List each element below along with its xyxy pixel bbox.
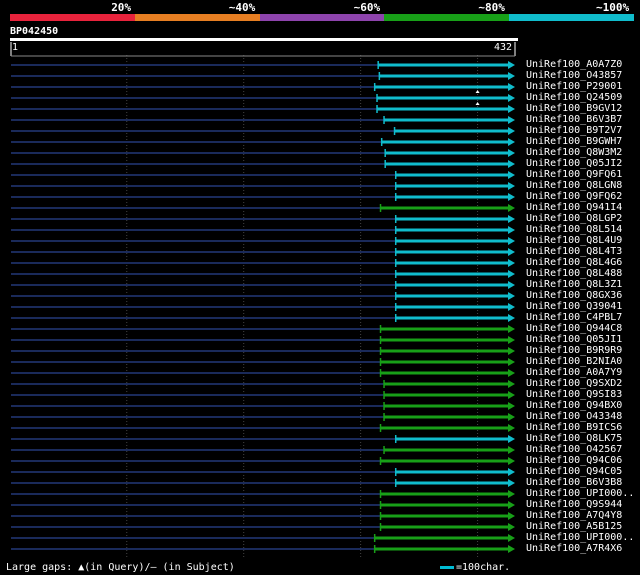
hit-arrow: [508, 446, 515, 454]
hit-label[interactable]: UniRef100_Q05JI2: [526, 159, 622, 169]
hit-label[interactable]: UniRef100_Q8LGN8: [526, 181, 622, 191]
hit-label[interactable]: UniRef100_Q8W3M2: [526, 148, 622, 158]
hit-label[interactable]: UniRef100_B9T2V7: [526, 126, 622, 136]
hit-arrow: [508, 72, 515, 80]
hit-arrow: [508, 226, 515, 234]
hit-arrow: [508, 138, 515, 146]
hit-label[interactable]: UniRef100_Q39041: [526, 302, 622, 312]
hit-label[interactable]: UniRef100_B9GV12: [526, 104, 622, 114]
hit-arrow: [508, 413, 515, 421]
hit-arrow: [508, 237, 515, 245]
hit-label[interactable]: UniRef100_Q94BX0: [526, 401, 622, 411]
hit-label[interactable]: UniRef100_Q94C05: [526, 467, 622, 477]
hit-arrow: [508, 325, 515, 333]
hit-arrow: [508, 248, 515, 256]
hit-label[interactable]: UniRef100_Q8GX36: [526, 291, 622, 301]
hit-arrow: [508, 490, 515, 498]
hit-label[interactable]: UniRef100_Q8L488: [526, 269, 622, 279]
hit-arrow: [508, 468, 515, 476]
hit-arrow: [508, 105, 515, 113]
hit-arrow: [508, 116, 515, 124]
hit-arrow: [508, 369, 515, 377]
hit-arrow: [508, 182, 515, 190]
hit-label[interactable]: UniRef100_Q8L514: [526, 225, 622, 235]
hit-arrow: [508, 402, 515, 410]
hit-arrow: [508, 512, 515, 520]
hit-arrow: [508, 314, 515, 322]
hit-arrow: [508, 347, 515, 355]
hit-label[interactable]: UniRef100_B2NIA0: [526, 357, 622, 367]
hit-arrow: [508, 160, 515, 168]
query-gap-marker: [475, 90, 480, 93]
hit-label[interactable]: UniRef100_B6V3B8: [526, 478, 622, 488]
hit-arrow: [508, 457, 515, 465]
hit-arrow: [508, 534, 515, 542]
scale-swatch: [440, 565, 454, 569]
hit-arrow: [508, 193, 515, 201]
hit-arrow: [508, 358, 515, 366]
hit-arrow: [508, 149, 515, 157]
hit-label[interactable]: UniRef100_Q8L4G6: [526, 258, 622, 268]
hit-arrow: [508, 281, 515, 289]
hit-arrow: [508, 380, 515, 388]
hit-arrow: [508, 61, 515, 69]
hit-label[interactable]: UniRef100_Q9S944: [526, 500, 622, 510]
hit-label[interactable]: UniRef100_Q9SXD2: [526, 379, 622, 389]
hit-label[interactable]: UniRef100_A0A7Y9: [526, 368, 622, 378]
hit-arrow: [508, 215, 515, 223]
hit-arrow: [508, 83, 515, 91]
hit-label[interactable]: UniRef100_Q9SI83: [526, 390, 622, 400]
hit-arrow: [508, 435, 515, 443]
hit-arrow: [508, 391, 515, 399]
hit-label[interactable]: UniRef100_Q24509: [526, 93, 622, 103]
hit-label[interactable]: UniRef100_Q8LK75: [526, 434, 622, 444]
hit-arrow: [508, 523, 515, 531]
hit-label[interactable]: UniRef100_B9R9R9: [526, 346, 622, 356]
hit-arrow: [508, 479, 515, 487]
scale-key-label: =100char.: [456, 562, 511, 573]
hit-label[interactable]: UniRef100_Q8L3Z1: [526, 280, 622, 290]
hit-arrow: [508, 303, 515, 311]
hit-label[interactable]: UniRef100_Q944C8: [526, 324, 622, 334]
hit-arrow: [508, 292, 515, 300]
hit-label[interactable]: UniRef100_Q9FQ62: [526, 192, 622, 202]
gap-legend: Large gaps: ▲(in Query)/– (in Subject): [6, 562, 235, 573]
hit-label[interactable]: UniRef100_B9GWH7: [526, 137, 622, 147]
query-gap-marker: [475, 102, 480, 105]
hit-label[interactable]: UniRef100_A5B125: [526, 522, 622, 532]
hit-label[interactable]: UniRef100_C4PBL7: [526, 313, 622, 323]
hit-label[interactable]: UniRef100_Q94C06: [526, 456, 622, 466]
hit-label[interactable]: UniRef100_Q05JI1: [526, 335, 622, 345]
hit-arrow: [508, 94, 515, 102]
hit-label[interactable]: UniRef100_P29001: [526, 82, 622, 92]
hit-label[interactable]: UniRef100_UPI000..: [526, 533, 634, 543]
hit-label[interactable]: UniRef100_A0A7Z0: [526, 60, 622, 70]
hit-label[interactable]: UniRef100_A7Q4Y8: [526, 511, 622, 521]
hit-label[interactable]: UniRef100_A7R4X6: [526, 544, 622, 554]
hit-label[interactable]: UniRef100_O43348: [526, 412, 622, 422]
hit-label[interactable]: UniRef100_Q941I4: [526, 203, 622, 213]
hit-label[interactable]: UniRef100_Q8LGP2: [526, 214, 622, 224]
hit-label[interactable]: UniRef100_B9ICS6: [526, 423, 622, 433]
hit-arrow: [508, 127, 515, 135]
hit-arrow: [508, 171, 515, 179]
hit-arrow: [508, 336, 515, 344]
hit-label[interactable]: UniRef100_O42567: [526, 445, 622, 455]
scale-key: =100char.: [440, 562, 510, 573]
hit-label[interactable]: UniRef100_UPI000..: [526, 489, 634, 499]
hit-arrow: [508, 270, 515, 278]
hit-label[interactable]: UniRef100_Q9FQ61: [526, 170, 622, 180]
hit-label[interactable]: UniRef100_O43857: [526, 71, 622, 81]
hit-arrow: [508, 259, 515, 267]
hit-arrow: [508, 204, 515, 212]
hit-label[interactable]: UniRef100_Q8L4U9: [526, 236, 622, 246]
hit-label[interactable]: UniRef100_B6V3B7: [526, 115, 622, 125]
hit-arrow: [508, 545, 515, 553]
hit-arrow: [508, 501, 515, 509]
hit-label[interactable]: UniRef100_Q8L4T3: [526, 247, 622, 257]
hit-arrow: [508, 424, 515, 432]
